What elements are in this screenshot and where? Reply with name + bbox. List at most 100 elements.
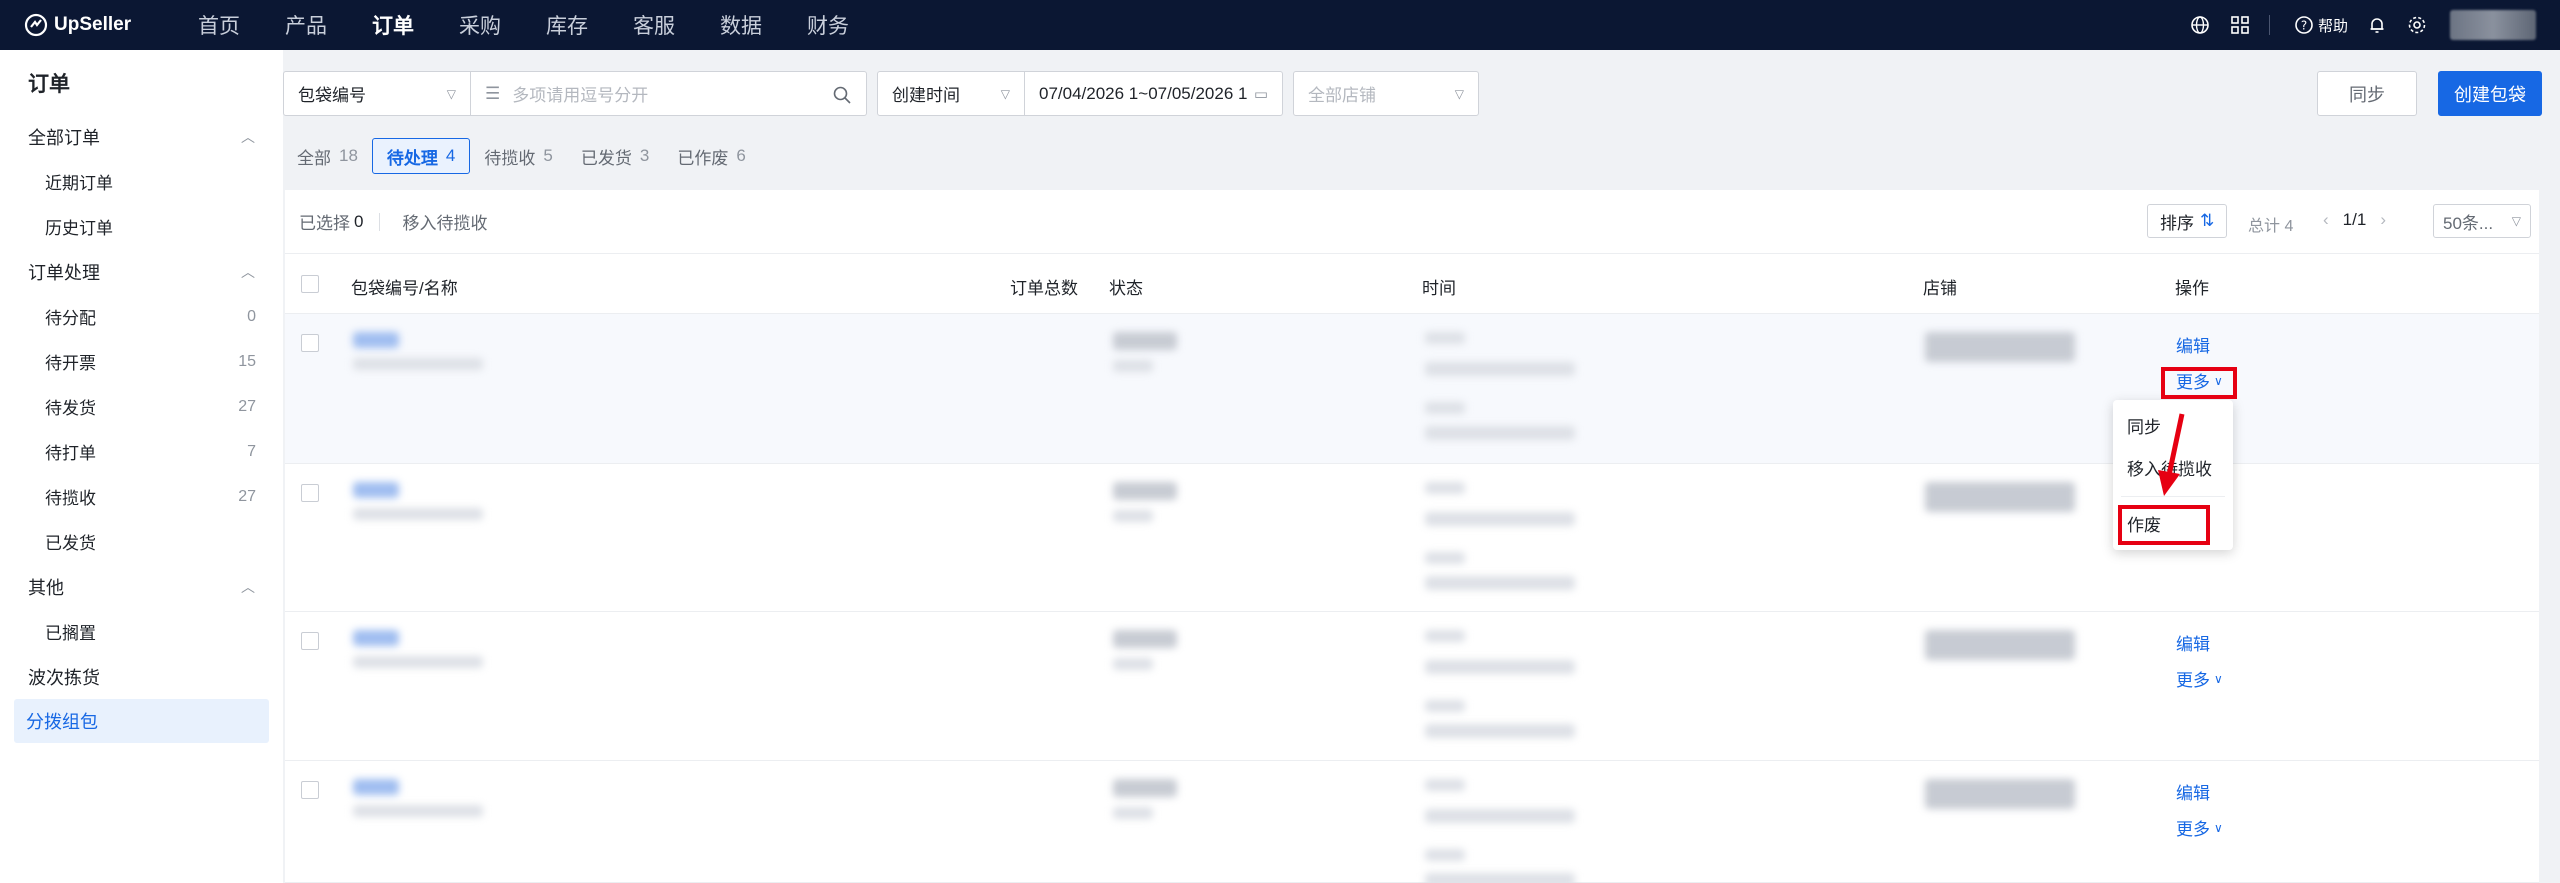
sort-label: 排序 <box>2160 213 2194 233</box>
date-range-value: 07/04/2026 1~07/05/2026 1 <box>1039 83 1248 103</box>
sidebar-item[interactable]: 近期订单 <box>0 159 283 204</box>
nav-item[interactable]: 库存 <box>546 10 588 40</box>
shop-placeholder: 全部店铺 <box>1308 86 1376 105</box>
help-button[interactable]: ? 帮助 <box>2294 15 2348 36</box>
field-select[interactable]: 包袋编号 ▽ <box>283 71 471 116</box>
time-label-redacted <box>1425 482 1465 494</box>
account-avatar[interactable] <box>2450 10 2536 40</box>
svg-text:?: ? <box>2301 19 2307 33</box>
sidebar-item-count: 27 <box>238 397 256 415</box>
time-value-redacted <box>1425 512 1575 526</box>
sort-button[interactable]: 排序 ⇅ <box>2147 204 2228 238</box>
status-tab[interactable]: 待处理 4 <box>371 138 471 174</box>
move-to-pickup-button[interactable]: 移入待揽收 <box>402 209 487 234</box>
time-value-redacted <box>1425 576 1575 590</box>
next-page-icon[interactable]: › <box>2380 210 2386 230</box>
col-actions: 操作 <box>2175 279 2209 298</box>
nav-item[interactable]: 产品 <box>285 10 327 40</box>
status-tab[interactable]: 已作废 6 <box>663 138 759 174</box>
time-value-redacted <box>1425 426 1575 440</box>
chevron-down-icon: ▽ <box>2511 214 2521 228</box>
sidebar-item[interactable]: 待开票 15 <box>0 339 283 384</box>
row-checkbox[interactable] <box>301 484 319 502</box>
nav-item[interactable]: 首页 <box>198 10 240 40</box>
time-label-redacted <box>1425 552 1465 564</box>
upseller-logo[interactable]: UpSeller <box>24 13 180 37</box>
sidebar-item[interactable]: 已发货 <box>0 519 283 564</box>
bell-icon[interactable] <box>2366 14 2388 36</box>
page-size-select[interactable]: 50条... ▽ <box>2433 204 2531 238</box>
more-actions-button[interactable]: 更多 ∨ <box>2176 666 2223 691</box>
tab-count: 4 <box>445 146 456 165</box>
sidebar-item-label: 已搁置 <box>45 624 96 643</box>
time-label-redacted <box>1425 849 1465 861</box>
time-type-select[interactable]: 创建时间 ▽ <box>877 71 1025 116</box>
chevron-up-icon: ︿ <box>241 128 255 145</box>
search-icon[interactable] <box>832 85 852 105</box>
tab-count: 18 <box>339 146 358 165</box>
sidebar-item[interactable]: 待发货 27 <box>0 384 283 429</box>
sidebar-group-header[interactable]: 订单处理 ︿ <box>0 249 283 294</box>
nav-item[interactable]: 客服 <box>633 10 675 40</box>
col-status: 状态 <box>1109 279 1143 298</box>
brand-name: UpSeller <box>54 14 132 35</box>
status-tabs: 全部 18 待处理 4 待揽收 5 已发货 3 已作废 6 <box>283 138 760 174</box>
sidebar-item[interactable]: 波次拣货 <box>0 654 283 699</box>
search-placeholder: 多项请用逗号分开 <box>512 86 649 105</box>
sidebar-group-label: 订单处理 <box>28 262 100 283</box>
row-checkbox[interactable] <box>301 632 319 650</box>
sidebar-item[interactable]: 已搁置 <box>0 609 283 654</box>
date-range-picker[interactable]: 07/04/2026 1~07/05/2026 1 ▭ <box>1025 71 1283 116</box>
nav-item[interactable]: 采购 <box>459 10 501 40</box>
nav-menu: 首页 产品 订单 采购 库存 客服 数据 财务 <box>198 10 894 40</box>
create-bag-button[interactable]: 创建包袋 <box>2438 71 2542 116</box>
sidebar-title: 订单 <box>28 73 70 96</box>
nav-item[interactable]: 财务 <box>807 10 849 40</box>
prev-page-icon[interactable]: ‹ <box>2323 210 2329 230</box>
chevron-down-icon: ▽ <box>1000 86 1010 101</box>
edit-link[interactable]: 编辑 <box>2176 332 2210 357</box>
apps-grid-icon[interactable] <box>2229 14 2251 36</box>
time-label-redacted <box>1425 402 1465 414</box>
toolbar-divider <box>379 212 381 231</box>
time-value-redacted <box>1425 809 1575 823</box>
help-label: 帮助 <box>2317 17 2348 35</box>
sidebar-item[interactable]: 历史订单 <box>0 204 283 249</box>
globe-icon[interactable] <box>2189 14 2211 36</box>
sidebar-item[interactable]: 待打单 7 <box>0 429 283 474</box>
select-all-checkbox[interactable] <box>301 275 319 293</box>
sidebar-item-active[interactable]: 分拨组包 <box>14 699 269 743</box>
edit-link[interactable]: 编辑 <box>2176 779 2210 804</box>
col-time: 时间 <box>1422 279 1456 298</box>
status-redacted <box>1113 332 1177 350</box>
upseller-logo-icon <box>24 13 48 37</box>
shop-name-redacted <box>1925 332 2075 362</box>
sidebar-item[interactable]: 待分配 0 <box>0 294 283 339</box>
gear-icon[interactable] <box>2406 14 2428 36</box>
sidebar-group-header[interactable]: 全部订单 ︿ <box>0 114 283 159</box>
status-redacted <box>1113 630 1177 648</box>
status-tab[interactable]: 已发货 3 <box>567 138 663 174</box>
chevron-down-icon: ▽ <box>446 86 456 101</box>
status-tab[interactable]: 全部 18 <box>283 138 372 174</box>
sidebar-item-label: 已发货 <box>45 534 96 553</box>
nav-item[interactable]: 数据 <box>720 10 762 40</box>
sidebar-item-count: 7 <box>247 442 256 460</box>
row-checkbox[interactable] <box>301 334 319 352</box>
search-input[interactable]: ☰ 多项请用逗号分开 <box>471 71 867 116</box>
tab-label: 待揽收 <box>484 148 536 168</box>
shop-name-redacted <box>1925 630 2075 660</box>
row-checkbox[interactable] <box>301 781 319 799</box>
status-tab[interactable]: 待揽收 5 <box>470 138 566 174</box>
sidebar-item-count: 0 <box>247 307 256 325</box>
nav-divider <box>2268 15 2270 35</box>
bag-name-redacted <box>353 508 483 520</box>
sidebar-group-header[interactable]: 其他 ︿ <box>0 564 283 609</box>
nav-item[interactable]: 订单 <box>372 10 414 40</box>
more-actions-button[interactable]: 更多 ∨ <box>2176 815 2223 840</box>
status-sub-redacted <box>1113 658 1153 670</box>
edit-link[interactable]: 编辑 <box>2176 630 2210 655</box>
shop-select[interactable]: 全部店铺 ▽ <box>1293 71 1479 116</box>
sidebar-item[interactable]: 待揽收 27 <box>0 474 283 519</box>
sync-button[interactable]: 同步 <box>2317 71 2417 116</box>
